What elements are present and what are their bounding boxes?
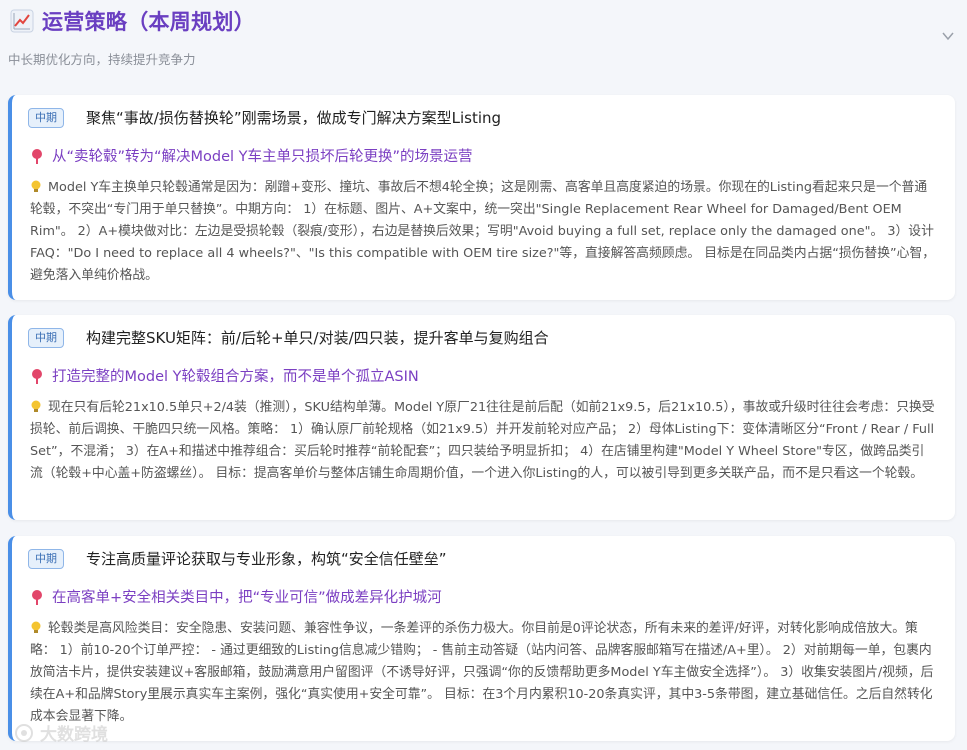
term-badge: 中期 bbox=[28, 327, 64, 348]
card-description: 轮毂类是高风险类目：安全隐患、安装问题、兼容性争议，一条差评的杀伤力极大。你目前… bbox=[30, 618, 937, 728]
term-badge: 中期 bbox=[28, 107, 64, 128]
card-header: 中期 聚焦“事故/损伤替换轮”刚需场景，做成专门解决方案型Listing bbox=[28, 107, 501, 128]
card-description: 现在只有后轮21x10.5单只+2/4装（推测），SKU结构单薄。Model Y… bbox=[30, 397, 937, 485]
title-row: 运营策略（本周规划） bbox=[10, 6, 255, 36]
pin-icon bbox=[32, 589, 42, 605]
watermark-text: 大数跨境 bbox=[40, 725, 108, 745]
card-title: 专注高质量评论获取与专业形象，构筑“安全信任壁垒” bbox=[86, 550, 447, 568]
goal-text: 在高客单+安全相关类目中，把“专业可信”做成差异化护城河 bbox=[52, 590, 442, 606]
card-header: 中期 专注高质量评论获取与专业形象，构筑“安全信任壁垒” bbox=[28, 548, 447, 569]
description-text: 现在只有后轮21x10.5单只+2/4装（推测），SKU结构单薄。Model Y… bbox=[30, 400, 935, 481]
card-goal: 在高客单+安全相关类目中，把“专业可信”做成差异化护城河 bbox=[30, 586, 442, 607]
goal-text: 打造完整的Model Y轮毂组合方案，而不是单个孤立ASIN bbox=[52, 369, 419, 385]
chevron-down-icon[interactable] bbox=[941, 28, 955, 42]
card-description: Model Y车主换单只轮毂通常是因为：剐蹭+变形、撞坑、事故后不想4轮全换；这… bbox=[30, 177, 937, 287]
strategy-card: 中期 构建完整SKU矩阵：前/后轮+单只/对装/四只装，提升客单与复购组合 打造… bbox=[8, 315, 955, 520]
strategy-card: 中期 聚焦“事故/损伤替换轮”刚需场景，做成专门解决方案型Listing 从“卖… bbox=[8, 95, 955, 300]
chart-increasing-icon bbox=[10, 9, 34, 33]
page-header: 运营策略（本周规划） 中长期优化方向，持续提升竞争力 bbox=[0, 0, 967, 80]
goal-text: 从“卖轮毂”转为“解决Model Y车主单只损坏后轮更换”的场景运营 bbox=[52, 149, 473, 165]
page-title: 运营策略（本周规划） bbox=[42, 10, 255, 34]
lightbulb-icon bbox=[31, 400, 41, 412]
card-goal: 打造完整的Model Y轮毂组合方案，而不是单个孤立ASIN bbox=[30, 365, 419, 386]
pin-icon bbox=[32, 148, 42, 164]
card-title: 聚焦“事故/损伤替换轮”刚需场景，做成专门解决方案型Listing bbox=[86, 109, 502, 127]
card-header: 中期 构建完整SKU矩阵：前/后轮+单只/对装/四只装，提升客单与复购组合 bbox=[28, 327, 549, 348]
card-goal: 从“卖轮毂”转为“解决Model Y车主单只损坏后轮更换”的场景运营 bbox=[30, 145, 473, 166]
card-title: 构建完整SKU矩阵：前/后轮+单只/对装/四只装，提升客单与复购组合 bbox=[86, 329, 549, 347]
pin-icon bbox=[32, 368, 42, 384]
lightbulb-icon bbox=[31, 621, 41, 633]
lightbulb-icon bbox=[31, 180, 41, 192]
description-text: 轮毂类是高风险类目：安全隐患、安装问题、兼容性争议，一条差评的杀伤力极大。你目前… bbox=[30, 621, 934, 724]
strategy-card: 中期 专注高质量评论获取与专业形象，构筑“安全信任壁垒” 在高客单+安全相关类目… bbox=[8, 536, 955, 741]
watermark-logo-icon bbox=[15, 723, 33, 742]
page-subtitle: 中长期优化方向，持续提升竞争力 bbox=[8, 52, 196, 67]
description-text: Model Y车主换单只轮毂通常是因为：剐蹭+变形、撞坑、事故后不想4轮全换；这… bbox=[30, 180, 936, 283]
watermark: 大数跨境 bbox=[14, 720, 108, 745]
term-badge: 中期 bbox=[28, 548, 64, 569]
